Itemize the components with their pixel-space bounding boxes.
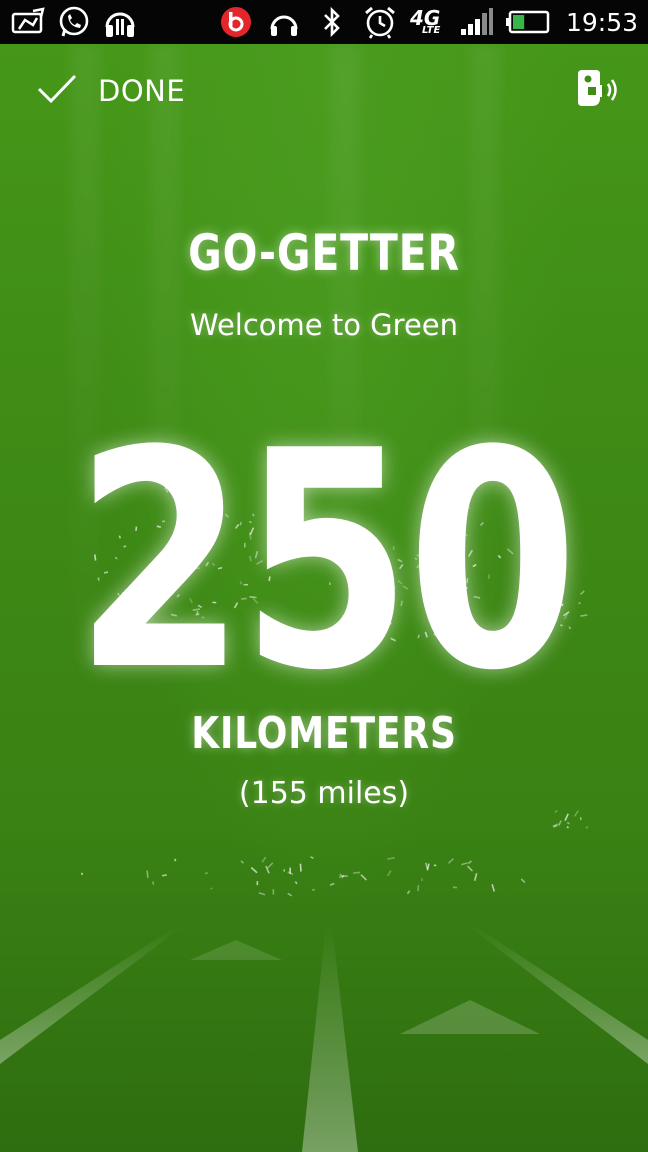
status-bar-system: 4G LTE 19:53 [218,4,638,40]
headphones-icon [266,4,302,40]
sparkle [353,871,361,874]
voice-feedback-button[interactable] [574,68,624,112]
sparkle [329,882,335,886]
sparkle [387,857,395,860]
beats-audio-icon [218,4,254,40]
sparkle [267,862,274,869]
sparkle [310,856,314,859]
voice-feedback-icon [574,70,624,116]
sparkle [520,878,526,884]
done-button[interactable]: DONE [36,66,185,116]
status-time: 19:53 [565,7,638,37]
sparkle [585,826,589,829]
sparkle [426,863,430,871]
sparkle [210,887,213,890]
sparkle [564,813,569,822]
sparkle [339,873,342,879]
status-bar-notifications [10,4,138,40]
checkmark-icon [36,73,78,110]
sparkle [360,874,367,881]
achievement-screen: DONE GO-GETTER Welcome to Green 250 KILO… [0,44,648,1152]
sparkle [204,871,208,875]
sparkle [566,826,570,829]
play-music-icon [102,4,138,40]
sparkle [173,858,177,862]
network-type-indicator: 4G LTE [410,4,446,40]
sparkle [473,873,478,881]
sparkle [491,884,496,892]
sparkle [447,858,455,864]
sparkle [261,856,267,863]
distance-unit: KILOMETERS [191,708,457,759]
sparkle [250,866,258,874]
battery-icon [505,4,550,40]
distance-value: 250 [74,387,579,736]
sparkle [240,860,245,864]
sparkle [146,870,149,878]
sparkle [294,881,298,885]
network-subtype-label: LTE [421,25,441,36]
photo-notification-icon [10,4,46,40]
signal-strength-icon [458,4,494,40]
sparkle [161,874,167,877]
achievement-subtitle: Welcome to Green [189,308,459,342]
sparkle [433,864,437,867]
top-action-bar: DONE [0,44,648,136]
status-bar: 4G LTE 19:53 [0,0,648,44]
sparkle [258,892,266,896]
sparkle [461,862,468,866]
done-label: DONE [98,74,186,108]
sparkle [299,863,302,872]
distance-conversion: (155 miles) [238,776,410,811]
whatsapp-icon [56,4,92,40]
sparkle [558,820,562,826]
sparkle [573,810,580,817]
sparkle [466,865,474,872]
bluetooth-icon [314,4,350,40]
sparkle [566,821,570,825]
sparkle [467,860,473,865]
alarm-clock-icon [362,4,398,40]
achievement-title: GO-GETTER [188,224,460,282]
sparkle [287,892,293,897]
sparkle [406,890,411,895]
sparkle [152,881,155,886]
sparkle [386,870,392,877]
